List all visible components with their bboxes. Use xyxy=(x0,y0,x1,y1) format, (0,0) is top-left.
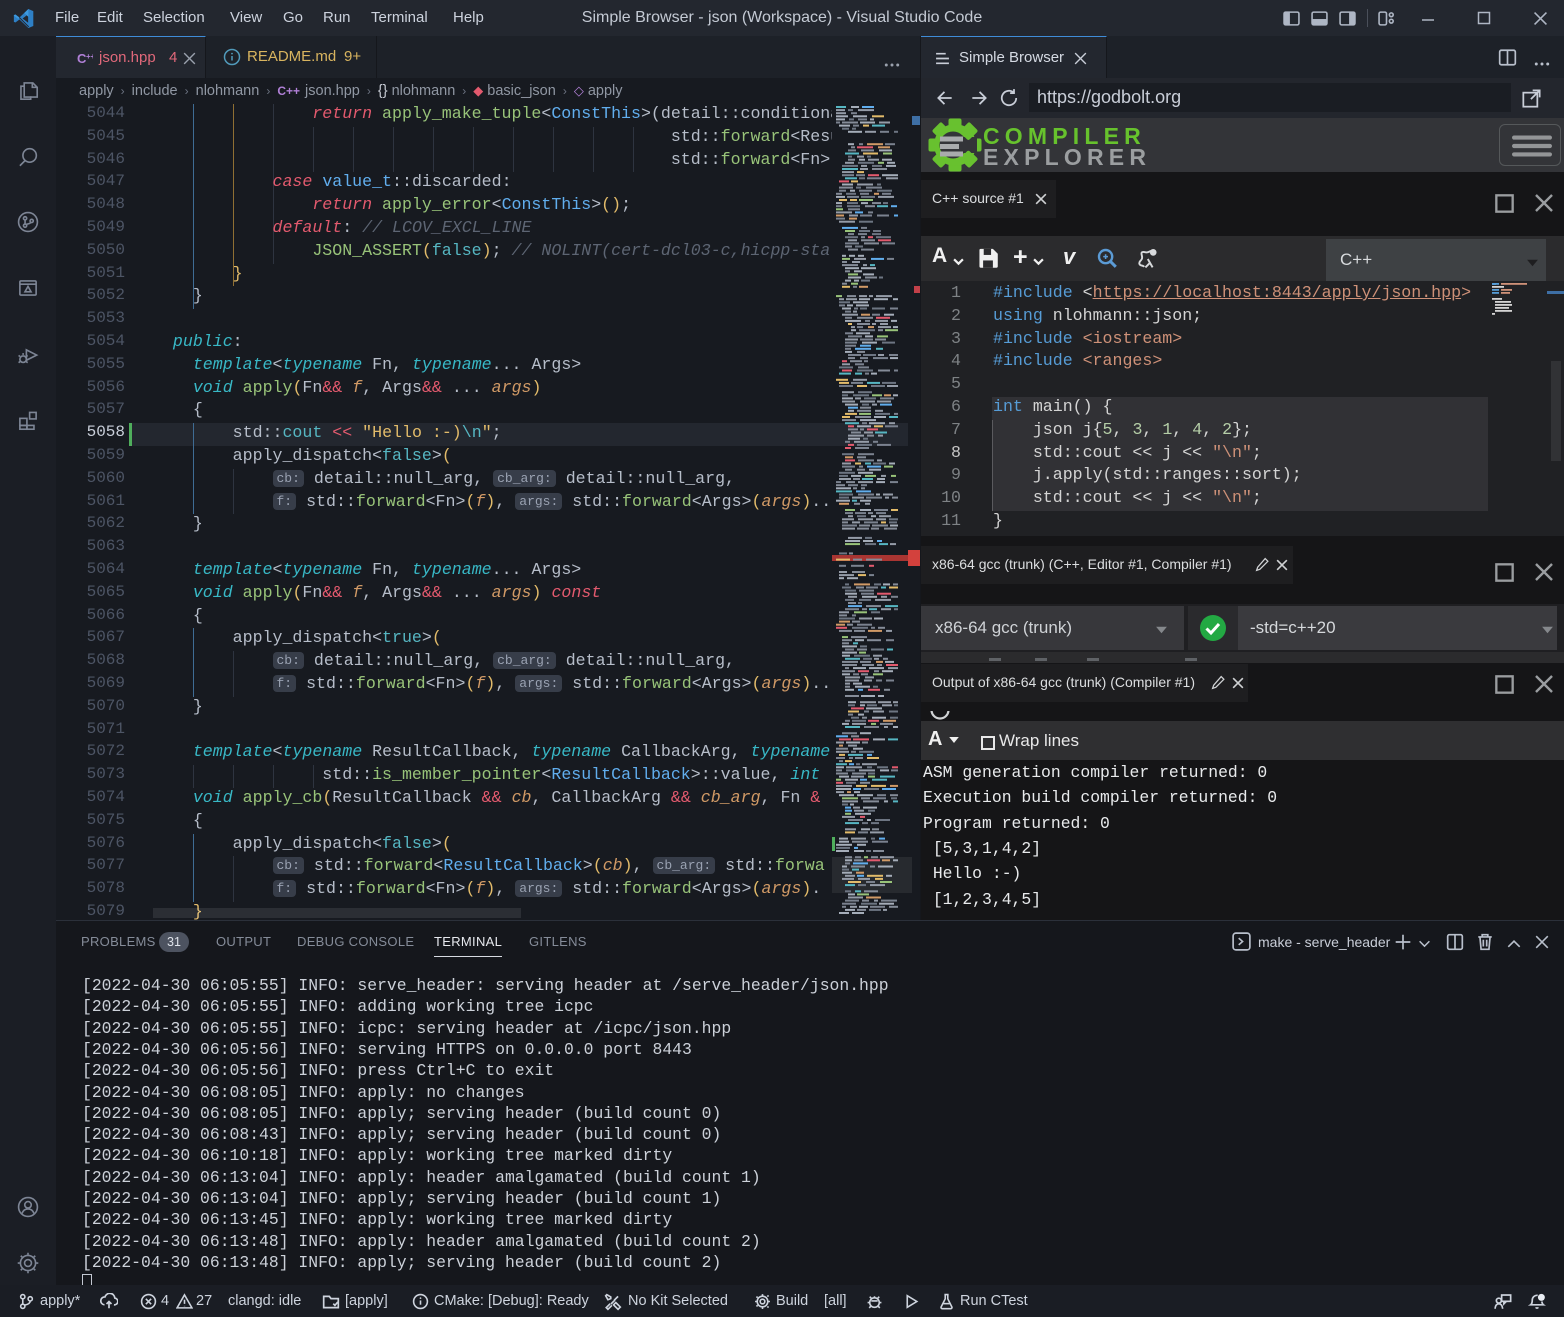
svg-text:++: ++ xyxy=(86,52,93,61)
